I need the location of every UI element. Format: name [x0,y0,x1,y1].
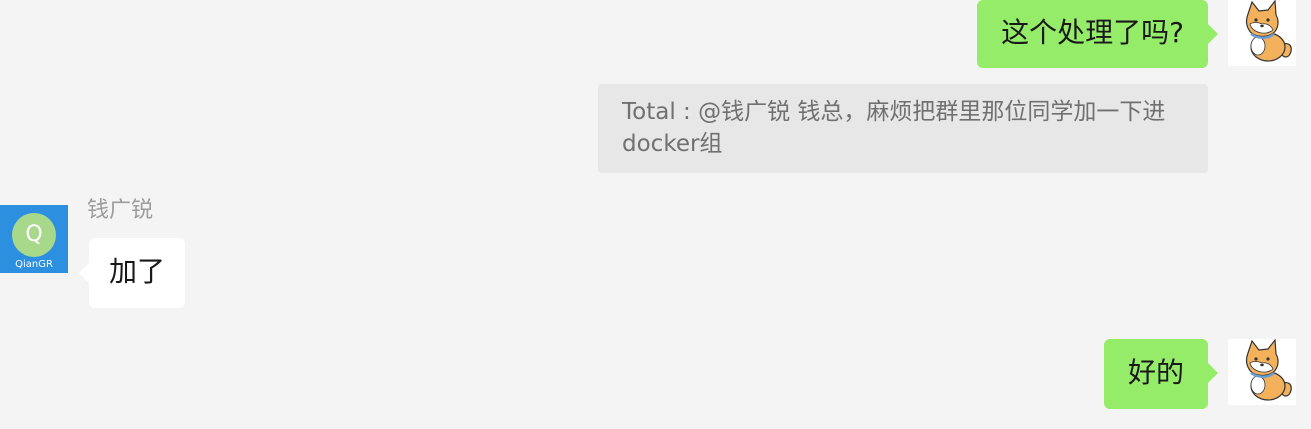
message-text: 好的 [1127,356,1184,389]
avatar-tag: QianGR [15,259,53,270]
self-avatar[interactable] [1228,0,1296,66]
message-bubble-self[interactable]: 好的 [1103,339,1219,409]
self-avatar[interactable] [1228,339,1296,405]
other-avatar[interactable]: Q QianGR [0,205,68,273]
avatar-initial: Q [12,213,56,257]
sender-name: 钱广锐 [87,198,154,223]
shiba-dog-avatar-icon [1246,339,1292,401]
shiba-dog-avatar-icon [1246,0,1292,62]
message-bubble-other[interactable]: 加了 [78,238,186,308]
quoted-message[interactable]: Total : @钱广锐 钱总，麻烦把群里那位同学加一下进docker组 [598,84,1208,173]
message-bubble-self[interactable]: 这个处理了吗? [977,0,1218,68]
quoted-message-text: Total : @钱广锐 钱总，麻烦把群里那位同学加一下进docker组 [622,99,1166,157]
message-text: 这个处理了吗? [1001,16,1184,49]
message-text: 加了 [109,255,166,288]
